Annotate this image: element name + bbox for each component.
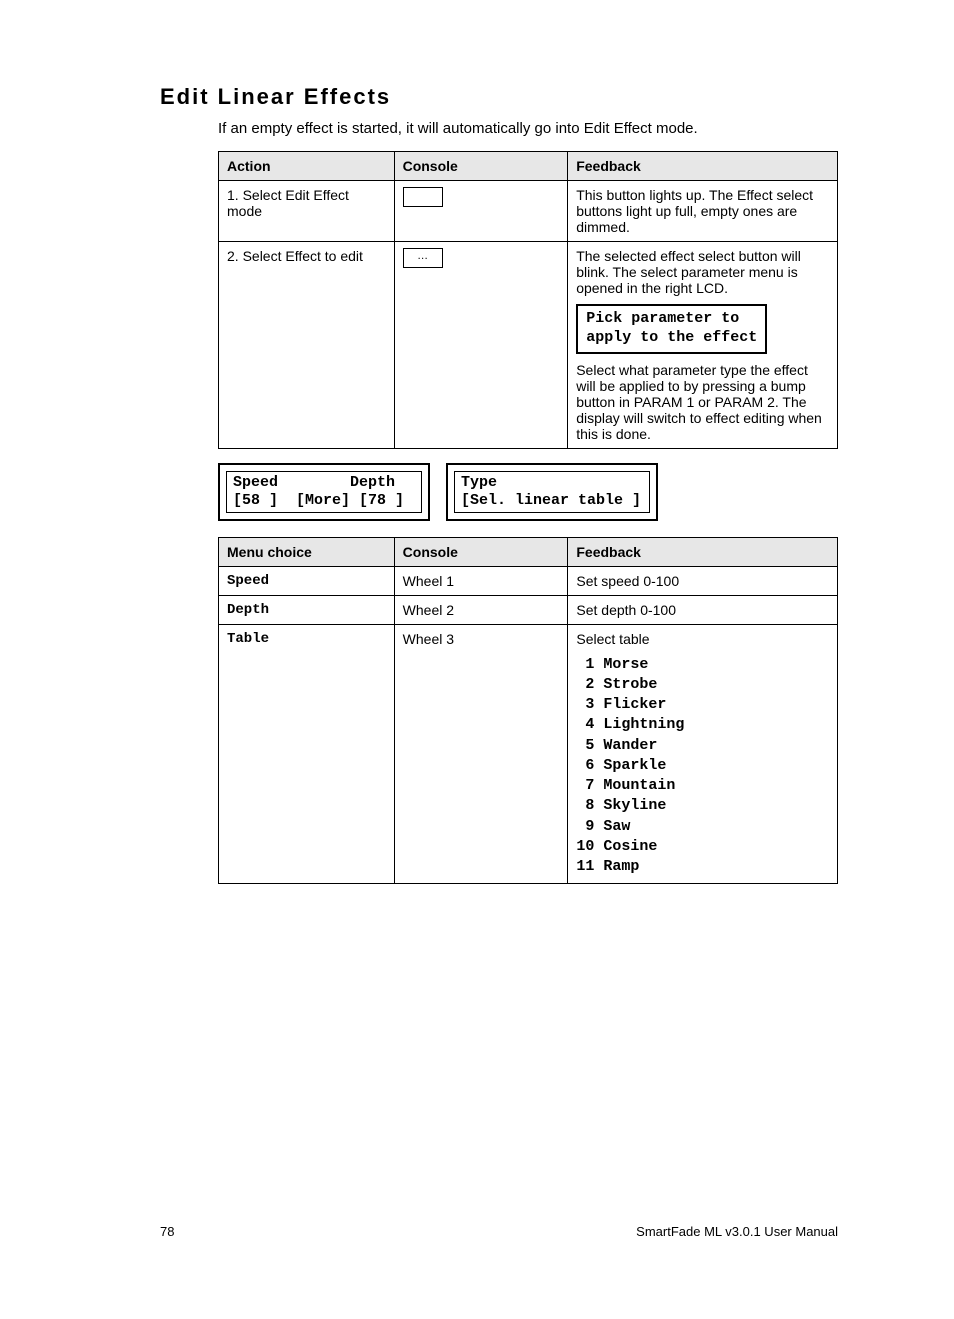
cell-feedback: This button lights up. The Effect select… <box>568 181 838 242</box>
cell-menu: Table <box>219 624 395 884</box>
table-row: Speed Wheel 1 Set speed 0-100 <box>219 566 838 595</box>
lcd-right-box: Type [Sel. linear table ] <box>446 463 658 521</box>
feedback-text: Select table <box>576 631 829 647</box>
lcd-left-box: Speed Depth [58 ] [More] [78 ] <box>218 463 430 521</box>
lcd-right-text: Type [Sel. linear table ] <box>454 471 650 513</box>
cell-console: Wheel 1 <box>394 566 568 595</box>
cell-console: Wheel 3 <box>394 624 568 884</box>
table-options-list: 1 Morse 2 Strobe 3 Flicker 4 Lightning 5… <box>576 655 829 878</box>
th-menu: Menu choice <box>219 537 395 566</box>
th-action: Action <box>219 152 395 181</box>
cell-console <box>394 181 568 242</box>
cell-action: 2. Select Effect to edit <box>219 242 395 449</box>
action-table: Action Console Feedback 1. Select Edit E… <box>218 151 838 449</box>
blank-button-icon <box>403 187 443 207</box>
intro-text: If an empty effect is started, it will a… <box>218 120 838 137</box>
dots-button-icon <box>403 248 443 268</box>
th-feedback: Feedback <box>568 152 838 181</box>
table-row: Depth Wheel 2 Set depth 0-100 <box>219 595 838 624</box>
table-row: 1. Select Edit Effect mode This button l… <box>219 181 838 242</box>
feedback-text: Select what parameter type the effect wi… <box>576 362 829 442</box>
section-heading: Edit Linear Effects <box>160 84 838 110</box>
cell-feedback: Set speed 0-100 <box>568 566 838 595</box>
th-console: Console <box>394 152 568 181</box>
page-number: 78 <box>160 1224 174 1239</box>
table-row: Table Wheel 3 Select table 1 Morse 2 Str… <box>219 624 838 884</box>
th-console: Console <box>394 537 568 566</box>
cell-action: 1. Select Edit Effect mode <box>219 181 395 242</box>
feedback-text: The selected effect select button will b… <box>576 248 829 296</box>
cell-menu: Depth <box>219 595 395 624</box>
page-footer: 78 SmartFade ML v3.0.1 User Manual <box>160 1224 838 1239</box>
menu-table: Menu choice Console Feedback Speed Wheel… <box>218 537 838 885</box>
doc-title: SmartFade ML v3.0.1 User Manual <box>636 1224 838 1239</box>
lcd-row: Speed Depth [58 ] [More] [78 ] Type [Sel… <box>218 463 838 521</box>
cell-console <box>394 242 568 449</box>
cell-menu: Speed <box>219 566 395 595</box>
table-row: 2. Select Effect to edit The selected ef… <box>219 242 838 449</box>
th-feedback: Feedback <box>568 537 838 566</box>
cell-feedback: Set depth 0-100 <box>568 595 838 624</box>
cell-feedback: The selected effect select button will b… <box>568 242 838 449</box>
cell-feedback: Select table 1 Morse 2 Strobe 3 Flicker … <box>568 624 838 884</box>
lcd-left-text: Speed Depth [58 ] [More] [78 ] <box>226 471 422 513</box>
lcd-display: Pick parameter to apply to the effect <box>576 304 767 354</box>
cell-console: Wheel 2 <box>394 595 568 624</box>
